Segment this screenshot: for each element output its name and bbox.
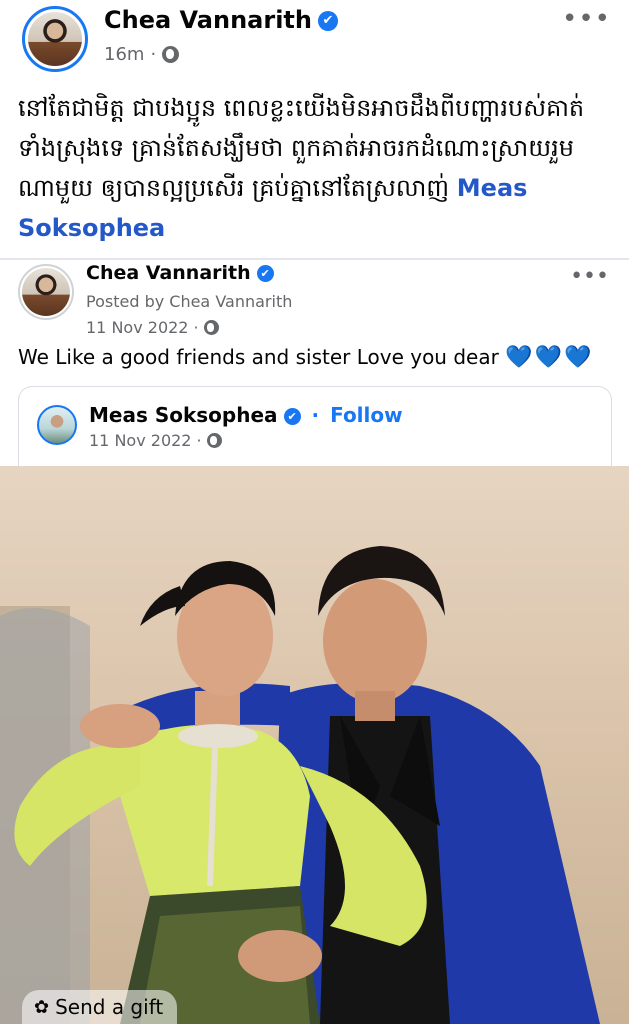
more-options-icon[interactable]: ••• xyxy=(570,264,609,289)
gift-icon: ✿ xyxy=(34,996,50,1018)
follow-button[interactable]: Follow xyxy=(330,403,403,427)
embedded-author-name[interactable]: Meas Soksophea xyxy=(89,403,278,427)
globe-icon xyxy=(206,433,222,448)
shared-author-name[interactable]: Chea Vannarith xyxy=(86,262,251,284)
send-gift-label: Send a gift xyxy=(55,995,164,1019)
post-meta: 16m · xyxy=(104,44,180,65)
shared-post-meta: 11 Nov 2022 · xyxy=(86,318,219,337)
send-gift-button[interactable]: ✿ Send a gift xyxy=(22,990,178,1024)
more-options-icon[interactable]: ••• xyxy=(562,4,611,34)
shared-post-body: We Like a good friends and sister Love y… xyxy=(18,345,499,369)
blue-heart-emoji: 💙💙💙 xyxy=(505,345,594,370)
shared-post-header: Chea Vannarith ✔ Posted by Chea Vannarith… xyxy=(0,262,629,340)
follow-separator: · xyxy=(311,403,320,427)
author-avatar[interactable] xyxy=(22,6,88,72)
meta-separator: · xyxy=(196,431,202,450)
post-header: Chea Vannarith ✔ 16m · ••• xyxy=(0,0,629,80)
globe-icon xyxy=(162,46,180,63)
meta-separator: · xyxy=(193,318,199,337)
verified-badge-icon: ✔ xyxy=(256,265,274,282)
embedded-post-card[interactable]: Meas Soksophea ✔ · Follow 11 Nov 2022 · xyxy=(18,386,612,466)
author-name-row: Chea Vannarith ✔ xyxy=(104,6,338,34)
shared-author-avatar[interactable] xyxy=(18,264,74,320)
verified-badge-icon: ✔ xyxy=(317,11,338,31)
embedded-author-row: Meas Soksophea ✔ · Follow xyxy=(89,403,403,427)
embedded-post-meta: 11 Nov 2022 · xyxy=(89,431,222,450)
shared-post-date[interactable]: 11 Nov 2022 xyxy=(86,318,188,337)
embedded-author-avatar[interactable] xyxy=(37,405,77,445)
embedded-post-date[interactable]: 11 Nov 2022 xyxy=(89,431,191,450)
globe-icon xyxy=(203,320,219,335)
verified-badge-icon: ✔ xyxy=(283,408,301,425)
meta-separator: · xyxy=(150,44,157,65)
author-name[interactable]: Chea Vannarith xyxy=(104,6,312,34)
post-time[interactable]: 16m xyxy=(104,44,144,65)
post-photo[interactable] xyxy=(0,466,629,1024)
photo-illustration xyxy=(0,546,600,1024)
post-text: នៅតែជាមិត្ត ជាបងប្អូន ពេលខ្លះយើងមិនអាចដឹ… xyxy=(18,88,614,248)
divider xyxy=(0,258,629,260)
shared-post-text: We Like a good friends and sister Love y… xyxy=(18,345,593,370)
posted-by: Posted by Chea Vannarith xyxy=(86,292,293,311)
shared-author-row: Chea Vannarith ✔ xyxy=(86,262,274,284)
